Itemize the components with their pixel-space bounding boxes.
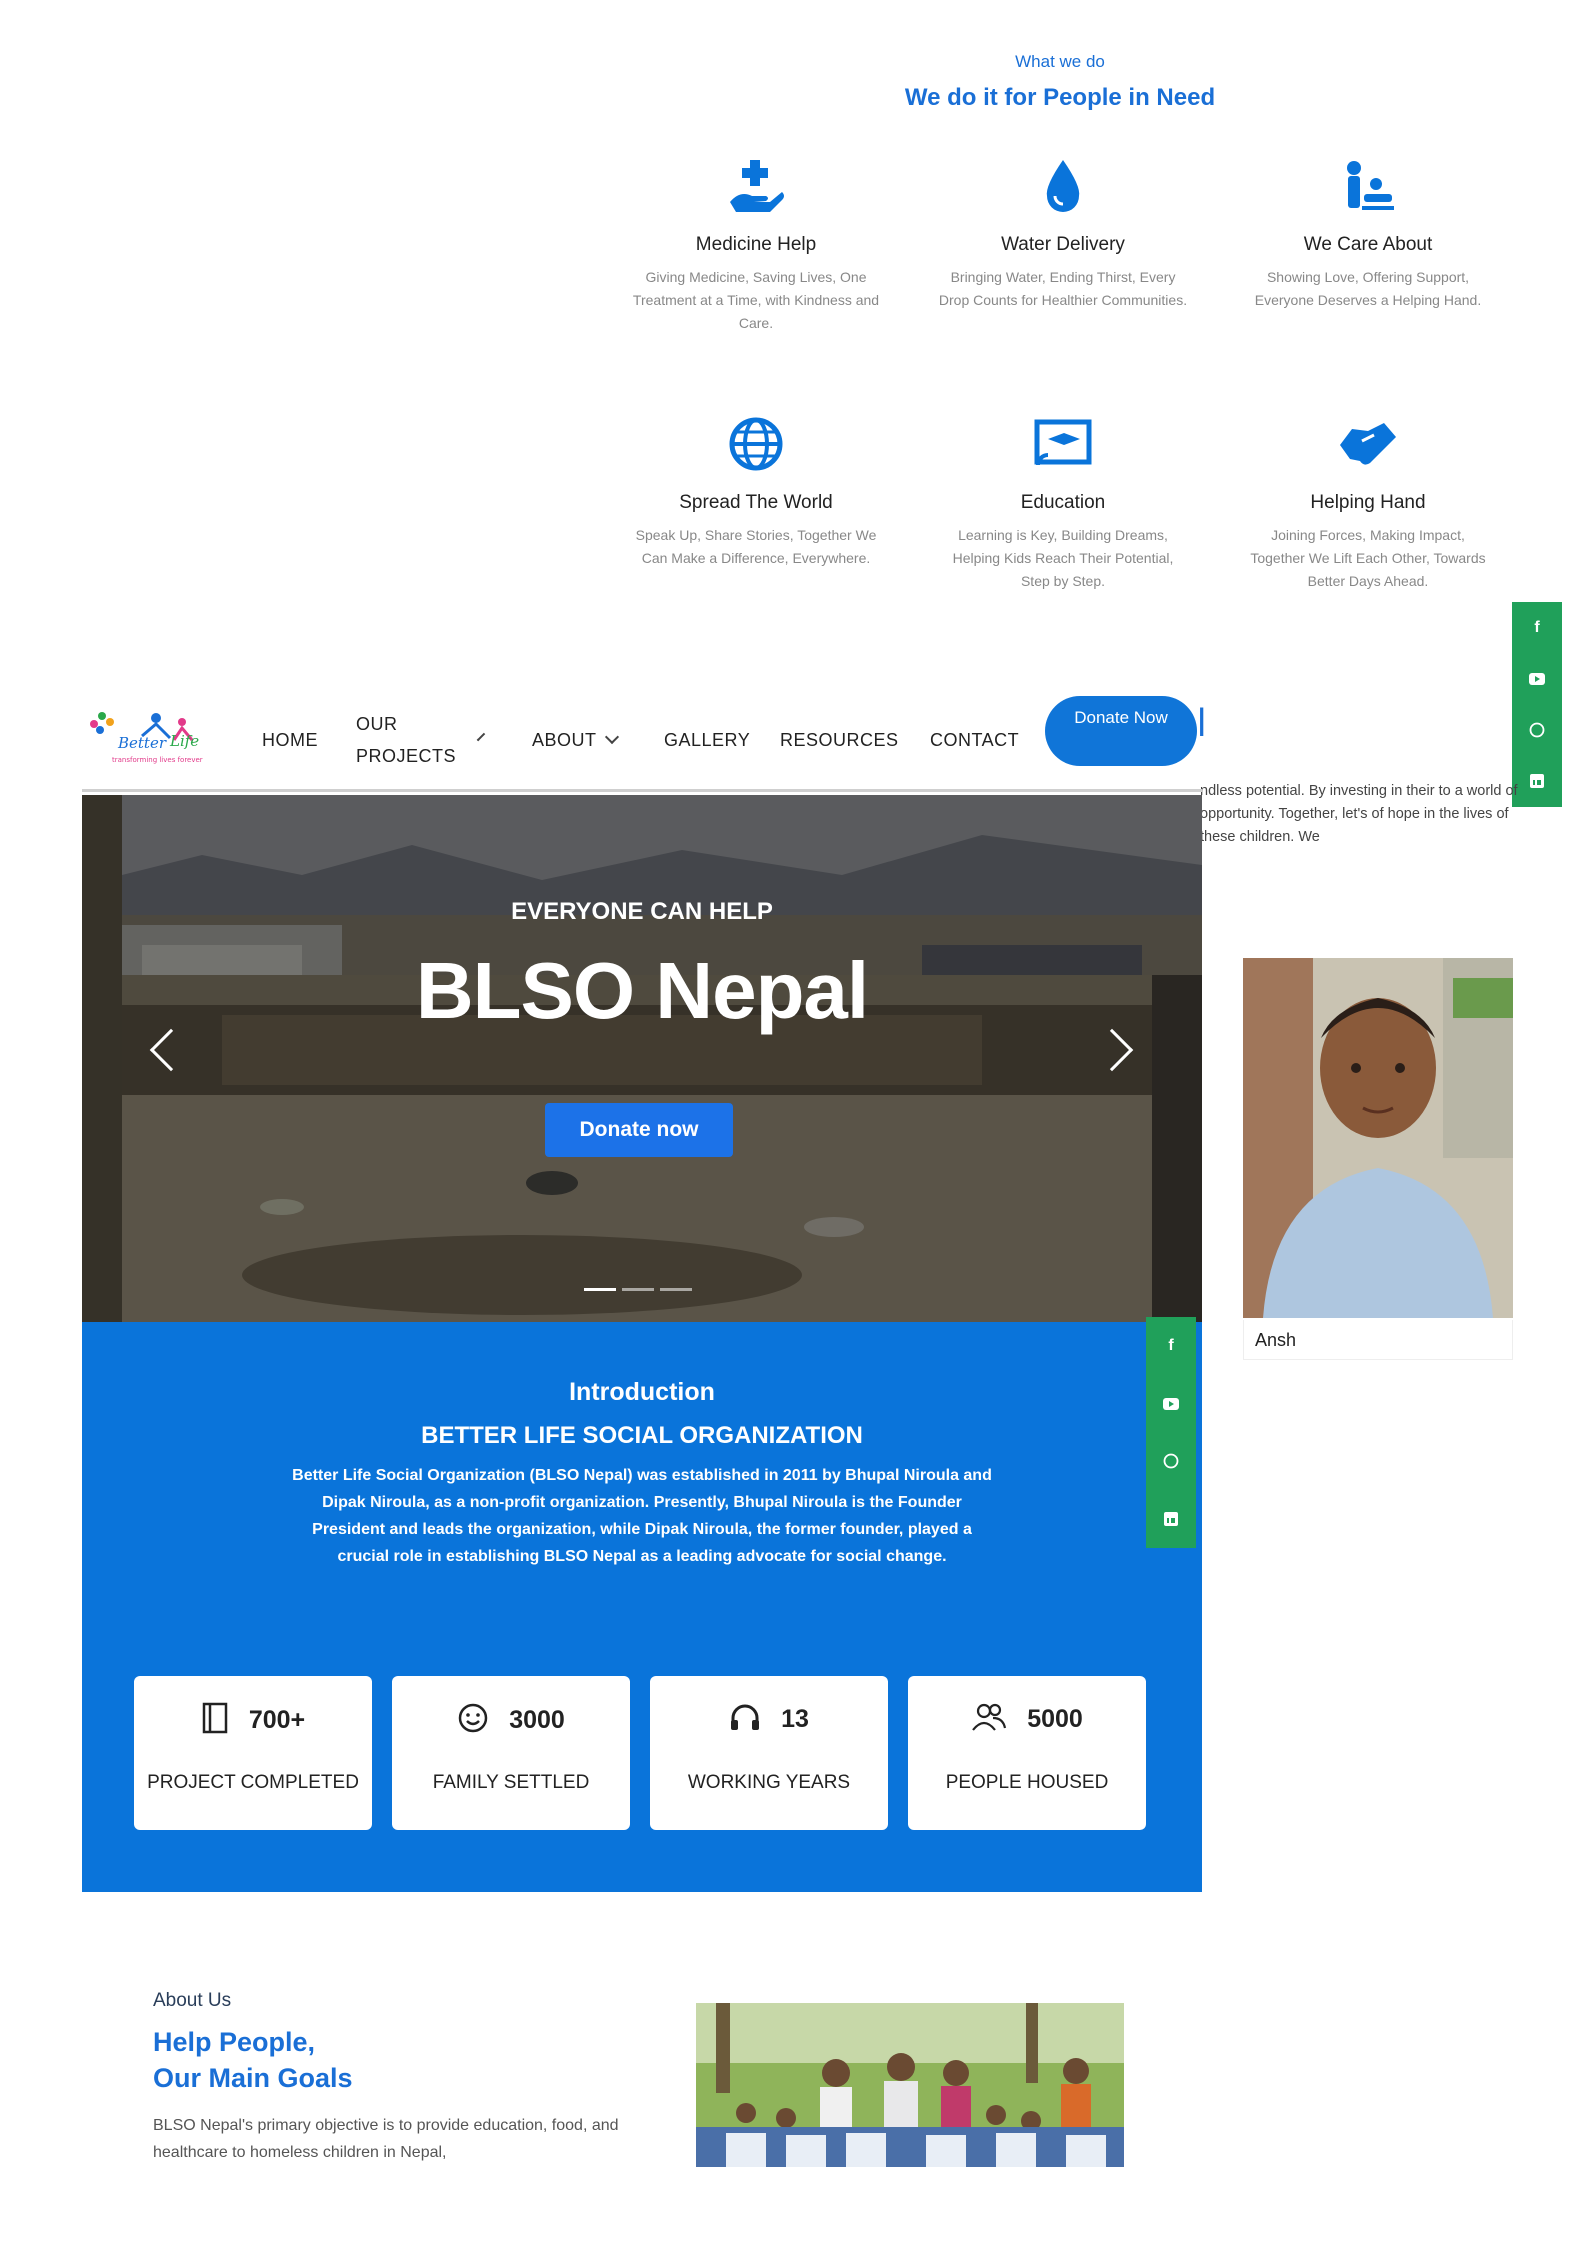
nav-label: HOME — [262, 729, 318, 750]
handshake-icon — [1338, 414, 1398, 474]
stat-value: 5000 — [1027, 1705, 1083, 1733]
social-sidebar: f — [1512, 602, 1562, 807]
hero-slider: EVERYONE CAN HELP BLSO Nepal Donate now — [82, 795, 1202, 1322]
service-we-care-about: We Care About Showing Love, Offering Sup… — [1243, 156, 1493, 312]
people-icon — [971, 1702, 1007, 1737]
whatsapp-icon[interactable] — [1526, 719, 1548, 741]
stat-card: 3000 FAMILY SETTLED — [392, 1676, 630, 1830]
service-water-delivery: Water Delivery Bringing Water, Ending Th… — [938, 156, 1188, 312]
hero-title: BLSO Nepal — [415, 946, 869, 1035]
nav-label: CONTACT — [930, 729, 1020, 750]
service-title: We Care About — [1303, 234, 1433, 255]
headphones-icon — [729, 1702, 761, 1737]
stat-label: FAMILY SETTLED — [432, 1772, 590, 1793]
baby-care-icon — [1338, 156, 1398, 216]
slider-dot[interactable] — [622, 1288, 654, 1291]
youtube-icon[interactable] — [1160, 1393, 1182, 1415]
site-logo[interactable]: Better Life transforming lives forever — [82, 700, 222, 780]
service-desc: Bringing Water, Ending Thirst, Every Dro… — [938, 269, 1188, 308]
service-title: Water Delivery — [1001, 234, 1125, 255]
intro-subheading: BETTER LIFE SOCIAL ORGANIZATION — [421, 1422, 863, 1449]
slider-dot[interactable] — [584, 1288, 616, 1291]
nav-label: RESOURCES — [780, 729, 899, 750]
about-eyebrow: About Us — [153, 1990, 232, 2011]
about-text: BLSO Nepal's primary objective is to pro… — [153, 2117, 619, 2161]
stat-label: PROJECT COMPLETED — [147, 1772, 359, 1793]
chevron-down-icon — [476, 732, 486, 742]
svg-text:Better: Better — [117, 734, 167, 752]
about-title: Help People, Our Main Goals — [153, 2024, 353, 2096]
social-sidebar: f — [1146, 1317, 1196, 1548]
service-desc: Joining Forces, Making Impact, Together … — [1250, 527, 1486, 589]
water-drop-icon — [1033, 156, 1093, 216]
globe-icon — [726, 414, 786, 474]
child-photo — [1243, 958, 1513, 1318]
nav-divider — [82, 789, 1202, 792]
partial-paragraph: ndless potential. By investing in their … — [1200, 783, 1518, 845]
stat-card: 700+ PROJECT COMPLETED — [134, 1676, 372, 1830]
facebook-icon[interactable]: f — [1160, 1335, 1182, 1357]
nav-contact[interactable]: CONTACT — [930, 730, 1019, 751]
section-title: We do it for People in Need — [904, 84, 1216, 111]
service-helping-hand: Helping Hand Joining Forces, Making Impa… — [1243, 414, 1493, 593]
service-medicine-help: Medicine Help Giving Medicine, Saving Li… — [631, 156, 881, 335]
stat-card: 13 WORKING YEARS — [650, 1676, 888, 1830]
nav-home[interactable]: HOME — [262, 730, 318, 751]
stat-value: 3000 — [509, 1706, 565, 1734]
about-title-line: Our Main Goals — [153, 2063, 353, 2093]
service-title: Medicine Help — [695, 234, 817, 255]
stat-value: 700+ — [248, 1706, 306, 1734]
service-title: Spread The World — [679, 492, 833, 513]
nav-about[interactable]: ABOUT — [532, 729, 619, 751]
service-desc: Giving Medicine, Saving Lives, One Treat… — [632, 269, 880, 331]
youtube-icon[interactable] — [1526, 668, 1548, 690]
intro-heading: Introduction — [569, 1378, 715, 1406]
online-education-icon — [1033, 414, 1093, 474]
stat-value: 13 — [781, 1705, 809, 1733]
nav-resources[interactable]: RESOURCES — [780, 730, 899, 751]
chevron-down-icon — [604, 729, 619, 745]
section-eyebrow: What we do — [1015, 52, 1105, 71]
slider-dot[interactable] — [660, 1288, 692, 1291]
smiley-icon — [457, 1702, 489, 1739]
service-spread-the-world: Spread The World Speak Up, Share Stories… — [631, 414, 881, 570]
stat-label: PEOPLE HOUSED — [945, 1772, 1109, 1793]
nav-label: ABOUT — [532, 729, 597, 750]
service-desc: Showing Love, Offering Support, Everyone… — [1254, 269, 1482, 308]
linkedin-icon[interactable] — [1526, 770, 1548, 792]
service-title: Helping Hand — [1310, 492, 1426, 513]
child-name: Ansh — [1255, 1330, 1297, 1350]
hero-donate-button[interactable]: Donate now — [545, 1103, 733, 1157]
svg-text:Life: Life — [169, 732, 199, 750]
nav-label: GALLERY — [664, 729, 751, 750]
svg-text:transforming lives forever: transforming lives forever — [112, 756, 203, 764]
about-title-line: Help People, — [153, 2027, 316, 2057]
about-group-photo — [696, 2003, 1124, 2167]
facebook-icon[interactable]: f — [1526, 617, 1548, 639]
whatsapp-icon[interactable] — [1160, 1450, 1182, 1472]
stat-card: 5000 PEOPLE HOUSED — [908, 1676, 1146, 1830]
slider-indicators — [584, 1288, 692, 1291]
intro-text: Better Life Social Organization (BLSO Ne… — [292, 1467, 992, 1565]
donate-now-button[interactable]: Donate Now — [1045, 696, 1197, 766]
service-desc: Speak Up, Share Stories, Together We Can… — [635, 527, 877, 566]
nav-gallery[interactable]: GALLERY — [664, 730, 750, 751]
stat-label: WORKING YEARS — [687, 1772, 851, 1793]
main-navigation: Better Life transforming lives forever H… — [82, 690, 1202, 790]
notebook-icon — [201, 1702, 229, 1739]
hand-medical-icon — [726, 156, 786, 216]
service-desc: Learning is Key, Building Dreams, Helpin… — [952, 527, 1174, 589]
hero-eyebrow: EVERYONE CAN HELP — [511, 898, 773, 925]
introduction-section: Introduction BETTER LIFE SOCIAL ORGANIZA… — [82, 1322, 1202, 1892]
nav-label: OUR PROJECTS — [356, 714, 457, 766]
service-title: Education — [1020, 492, 1106, 513]
hero-overlay — [82, 795, 1202, 1322]
linkedin-icon[interactable] — [1160, 1508, 1182, 1530]
service-education: Education Learning is Key, Building Drea… — [938, 414, 1188, 593]
nav-our-projects[interactable]: OUR PROJECTS — [356, 708, 486, 772]
